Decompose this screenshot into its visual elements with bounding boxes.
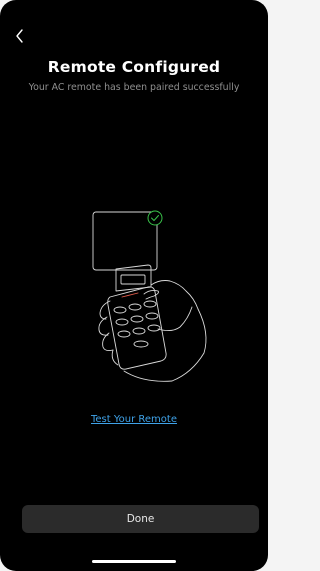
screen: Remote Configured Your AC remote has bee… bbox=[0, 0, 268, 571]
test-remote-link[interactable]: Test Your Remote bbox=[0, 414, 268, 425]
page-title: Remote Configured bbox=[47, 58, 221, 76]
page-subtitle: Your AC remote has been paired successfu… bbox=[28, 82, 240, 93]
check-circle-icon bbox=[147, 210, 163, 226]
remote-paired-illustration bbox=[88, 205, 214, 383]
hand-holding-remote-icon bbox=[92, 210, 207, 382]
chevron-left-icon bbox=[16, 29, 23, 43]
home-indicator bbox=[92, 560, 176, 563]
done-button[interactable]: Done bbox=[22, 505, 259, 533]
done-button-label: Done bbox=[126, 513, 155, 525]
back-button[interactable] bbox=[13, 27, 27, 47]
